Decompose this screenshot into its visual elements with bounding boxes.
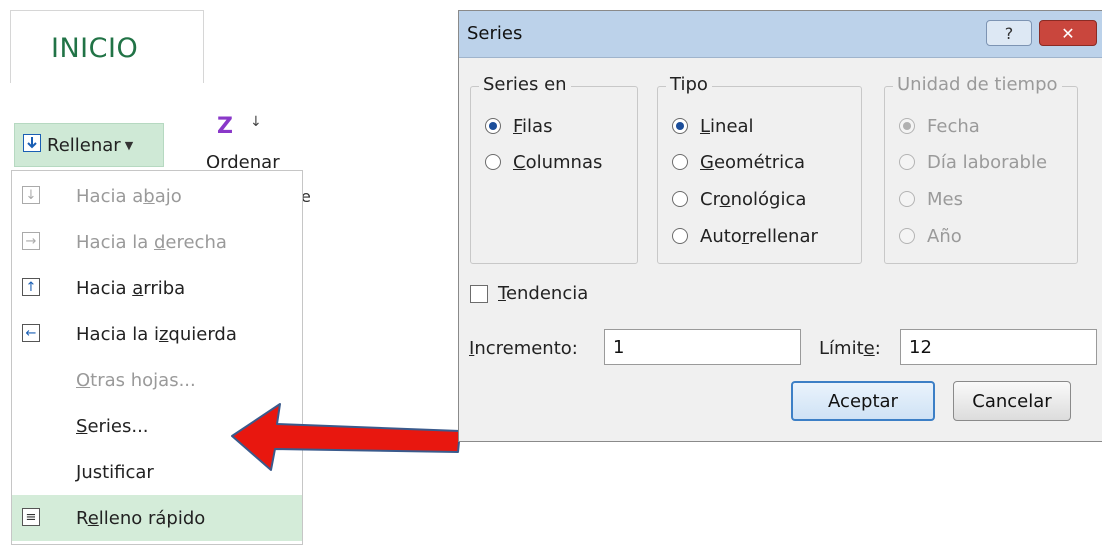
radio-month[interactable]: Mes bbox=[899, 186, 963, 212]
radio-label: Mes bbox=[927, 188, 963, 210]
trend-checkbox-row[interactable]: Tendencia bbox=[470, 283, 588, 304]
menu-item-label: Relleno rápido bbox=[76, 507, 206, 529]
fill-right-icon: → bbox=[22, 232, 40, 250]
series-dialog: Series ? ✕ Series en Filas Columnas Tipo… bbox=[458, 10, 1102, 442]
menu-item-label: Justificar bbox=[76, 461, 154, 483]
home-tab-label: INICIO bbox=[51, 33, 139, 64]
menu-item-label: Otras hojas... bbox=[76, 369, 196, 391]
menu-item-right[interactable]: → Hacia la derecha bbox=[12, 219, 302, 265]
trend-checkbox[interactable] bbox=[470, 284, 488, 303]
close-button[interactable]: ✕ bbox=[1039, 20, 1097, 46]
radio-label: Columnas bbox=[513, 151, 603, 173]
radio-label: Fecha bbox=[927, 115, 980, 137]
radio-rows-input[interactable] bbox=[485, 118, 501, 134]
chevron-down-icon: ▼ bbox=[124, 138, 134, 152]
radio-year-input[interactable] bbox=[899, 228, 915, 244]
group-title: Series en bbox=[479, 74, 571, 95]
menu-item-label: Hacia la derecha bbox=[76, 231, 227, 253]
group-title: Unidad de tiempo bbox=[893, 74, 1062, 95]
radio-columns-input[interactable] bbox=[485, 154, 501, 170]
ok-button-label: Aceptar bbox=[828, 390, 898, 412]
radio-year[interactable]: Año bbox=[899, 223, 962, 249]
sort-arrow-icon: ↓ bbox=[250, 114, 262, 130]
radio-month-input[interactable] bbox=[899, 191, 915, 207]
radio-autofill[interactable]: Autorrellenar bbox=[672, 223, 818, 249]
limit-label: Límite: bbox=[819, 338, 881, 359]
menu-item-other-sheets[interactable]: Otras hojas... bbox=[12, 357, 302, 403]
radio-geometric[interactable]: Geométrica bbox=[672, 149, 805, 175]
radio-label: Geométrica bbox=[700, 151, 806, 173]
type-group: Tipo Lineal Geométrica Cronológica Autor… bbox=[657, 74, 862, 264]
menu-item-label: Hacia la izquierda bbox=[76, 323, 237, 345]
increment-input[interactable] bbox=[604, 329, 801, 365]
menu-item-label: Hacia arriba bbox=[76, 277, 186, 299]
radio-date-input[interactable] bbox=[899, 118, 915, 134]
radio-chronological-input[interactable] bbox=[672, 191, 688, 207]
sort-label[interactable]: Ordenar bbox=[206, 152, 280, 168]
group-title: Tipo bbox=[666, 74, 712, 95]
cancel-button-label: Cancelar bbox=[972, 390, 1052, 412]
fill-up-icon: ↑ bbox=[22, 278, 40, 296]
home-tab[interactable]: INICIO bbox=[10, 10, 204, 83]
radio-label: Cronológica bbox=[700, 188, 807, 210]
trend-label: Tendencia bbox=[498, 283, 589, 304]
close-icon: ✕ bbox=[1061, 23, 1075, 43]
radio-label: Filas bbox=[513, 115, 553, 137]
fill-down-icon bbox=[23, 133, 41, 157]
radio-label: Día laborable bbox=[927, 151, 1048, 173]
fill-button-label: Rellenar bbox=[47, 134, 121, 156]
radio-label: Autorrellenar bbox=[700, 225, 818, 247]
radio-date[interactable]: Fecha bbox=[899, 113, 980, 139]
menu-item-up[interactable]: ↑ Hacia arriba bbox=[12, 265, 302, 311]
flash-fill-icon: ≡ bbox=[22, 508, 40, 526]
radio-weekday[interactable]: Día laborable bbox=[899, 149, 1047, 175]
menu-item-label: Hacia abajo bbox=[76, 185, 182, 207]
radio-linear-input[interactable] bbox=[672, 118, 688, 134]
radio-label: Año bbox=[927, 225, 962, 247]
menu-item-label: Series... bbox=[76, 415, 149, 437]
menu-item-left[interactable]: ← Hacia la izquierda bbox=[12, 311, 302, 357]
cancel-button[interactable]: Cancelar bbox=[953, 381, 1071, 421]
radio-columns[interactable]: Columnas bbox=[485, 149, 602, 175]
radio-label: Lineal bbox=[700, 115, 754, 137]
radio-chronological[interactable]: Cronológica bbox=[672, 186, 806, 212]
time-unit-group: Unidad de tiempo Fecha Día laborable Mes… bbox=[884, 74, 1078, 264]
fill-menu: ↓ Hacia abajo → Hacia la derecha ↑ Hacia… bbox=[11, 170, 303, 545]
help-icon: ? bbox=[1004, 23, 1014, 43]
ok-button[interactable]: Aceptar bbox=[791, 381, 935, 421]
menu-item-down[interactable]: ↓ Hacia abajo bbox=[12, 173, 302, 219]
menu-item-flash-fill[interactable]: ≡ Relleno rápido bbox=[12, 495, 302, 541]
dialog-title-bar[interactable]: Series ? ✕ bbox=[459, 11, 1102, 58]
radio-linear[interactable]: Lineal bbox=[672, 113, 754, 139]
series-in-group: Series en Filas Columnas bbox=[470, 74, 638, 264]
red-arrow-icon bbox=[231, 403, 461, 471]
radio-weekday-input[interactable] bbox=[899, 154, 915, 170]
fill-button[interactable]: Rellenar ▼ bbox=[14, 123, 164, 167]
limit-input[interactable] bbox=[900, 329, 1097, 365]
fill-left-icon: ← bbox=[22, 324, 40, 342]
radio-rows[interactable]: Filas bbox=[485, 113, 552, 139]
sort-icon[interactable]: Z bbox=[217, 114, 233, 139]
increment-label: Incremento: bbox=[469, 338, 578, 359]
fill-down-icon: ↓ bbox=[22, 186, 40, 204]
dialog-title: Series bbox=[467, 23, 523, 44]
radio-autofill-input[interactable] bbox=[672, 228, 688, 244]
help-button[interactable]: ? bbox=[986, 20, 1032, 46]
radio-geometric-input[interactable] bbox=[672, 154, 688, 170]
